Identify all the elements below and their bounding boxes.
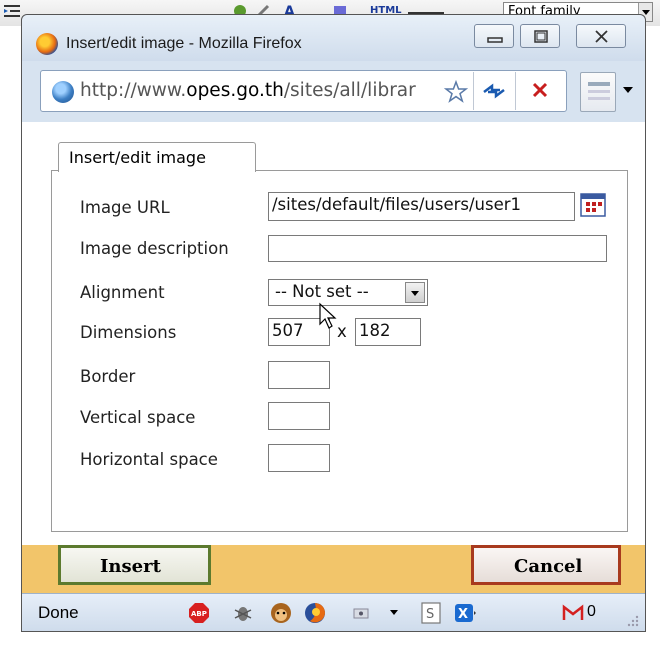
- url-prefix: http://www.: [80, 80, 187, 101]
- border-label: Border: [80, 367, 136, 386]
- minimize-button[interactable]: [474, 24, 514, 48]
- vertical-space-input[interactable]: [268, 402, 330, 430]
- tab-insert-edit-image[interactable]: Insert/edit image: [58, 142, 256, 172]
- s-icon[interactable]: S: [420, 602, 442, 624]
- tab-panel: [51, 170, 628, 532]
- alignment-select[interactable]: -- Not set --: [268, 279, 428, 306]
- image-url-label: Image URL: [80, 198, 170, 217]
- vertical-space-label: Vertical space: [80, 408, 196, 427]
- greasemonkey-icon[interactable]: [270, 602, 292, 624]
- height-input[interactable]: 182: [355, 318, 421, 346]
- horizontal-space-input[interactable]: [268, 444, 330, 472]
- resize-grip-icon[interactable]: [622, 612, 640, 628]
- maximize-button[interactable]: [520, 24, 560, 48]
- url-text[interactable]: http://www.opes.go.th/sites/all/librar: [80, 80, 440, 101]
- image-url-input[interactable]: /sites/default/files/users/user1: [268, 192, 575, 221]
- status-bar: [22, 593, 645, 631]
- svg-text:S: S: [426, 607, 434, 622]
- page-menu-button[interactable]: [580, 72, 616, 112]
- mouse-pointer-icon: [319, 302, 337, 329]
- screen-icon[interactable]: [350, 602, 372, 624]
- close-button[interactable]: [576, 24, 626, 48]
- svg-text:ABP: ABP: [191, 610, 207, 618]
- alignment-label: Alignment: [80, 283, 165, 302]
- indent-icon: [4, 5, 20, 17]
- arrows-icon: [483, 83, 505, 99]
- firefox-icon: [36, 33, 58, 55]
- gmail-icon[interactable]: [562, 602, 584, 624]
- firefox-icon[interactable]: [304, 602, 326, 624]
- site-identity-icon[interactable]: [52, 81, 74, 103]
- horizontal-space-label: Horizontal space: [80, 450, 218, 469]
- cancel-button[interactable]: Cancel: [471, 545, 621, 585]
- maximize-icon: [534, 30, 548, 43]
- image-description-label: Image description: [80, 239, 229, 258]
- url-domain: opes.go.th: [186, 80, 284, 101]
- svg-text:X: X: [458, 607, 468, 622]
- insert-button[interactable]: Insert: [58, 545, 211, 585]
- gmail-unread-count: 0: [587, 603, 596, 620]
- border-input[interactable]: [268, 361, 330, 389]
- chevron-down-icon[interactable]: [405, 282, 425, 303]
- bookmark-star-icon[interactable]: [444, 80, 468, 104]
- dimensions-label: Dimensions: [80, 323, 177, 342]
- chevron-down-icon[interactable]: [623, 87, 633, 93]
- url-path: /sites/all/librar: [283, 80, 416, 101]
- page-icon: [588, 82, 610, 100]
- minimize-icon: [487, 37, 503, 43]
- browse-icon[interactable]: [580, 193, 606, 217]
- image-description-input[interactable]: [268, 235, 607, 262]
- chevron-down-icon[interactable]: [390, 610, 398, 615]
- x-icon[interactable]: X: [454, 602, 476, 624]
- status-text: Done: [38, 603, 79, 622]
- alignment-value: -- Not set --: [275, 282, 369, 301]
- stop-icon: [532, 82, 548, 98]
- close-icon: [595, 30, 608, 43]
- window-title: Insert/edit image - Mozilla Firefox: [66, 35, 302, 52]
- firebug-icon[interactable]: [232, 602, 254, 624]
- adblock-icon[interactable]: ABP: [188, 602, 210, 624]
- stop-button[interactable]: [515, 72, 565, 110]
- sync-button[interactable]: [473, 72, 513, 110]
